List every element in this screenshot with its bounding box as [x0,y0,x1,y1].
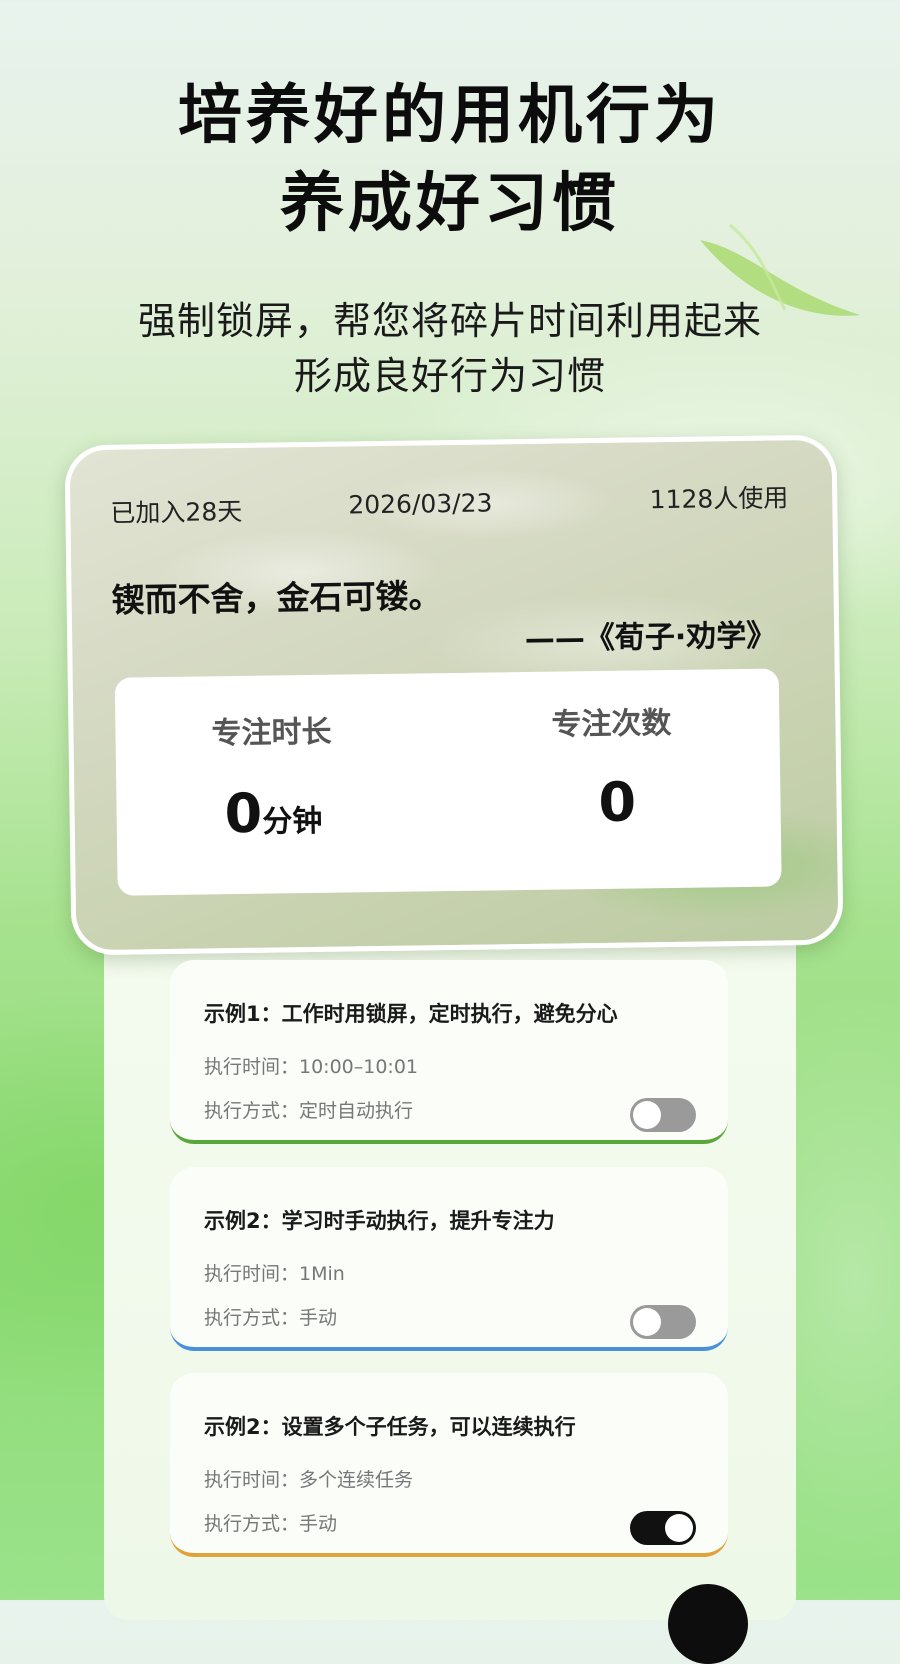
focus-duration-label: 专注时长 [211,714,332,752]
example-mode: 执行方式：手动 [204,1307,338,1329]
example-mode: 执行方式：手动 [204,1513,338,1535]
example-card-2[interactable]: 示例2：学习时手动执行，提升专注力 执行时间：1Min 执行方式：手动 [170,1167,728,1351]
example-time: 执行时间：1Min [204,1263,345,1285]
example-card-3[interactable]: 示例2：设置多个子任务，可以连续执行 执行时间：多个连续任务 执行方式：手动 [170,1373,728,1557]
headline-line-1: 培养好的用机行为 [178,79,722,153]
example-1-toggle[interactable] [630,1098,696,1132]
example-2-toggle[interactable] [630,1305,696,1339]
focus-duration-value: 0分钟 [224,781,323,846]
toggle-knob [665,1514,693,1542]
date-label: 2026/03/23 [348,488,493,520]
user-count: 1128人使用 [649,483,789,515]
focus-duration-unit: 分钟 [262,803,323,840]
example-title: 示例2：设置多个子任务，可以连续执行 [204,1415,576,1439]
example-3-toggle[interactable] [630,1511,696,1545]
toggle-knob [633,1308,661,1336]
example-title: 示例2：学习时手动执行，提升专注力 [204,1209,555,1233]
quote-text: 锲而不舍，金石可镂。 [111,576,442,620]
headline-line-2: 养成好习惯 [280,167,620,241]
quote-card: 已加入28天 2026/03/23 1128人使用 锲而不舍，金石可镂。 ——《… [64,434,844,956]
quote-source: ——《荀子·劝学》 [524,618,777,658]
example-time: 执行时间：10:00–10:01 [204,1056,419,1078]
focus-count-value: 0 [598,770,637,834]
focus-duration-number: 0 [224,781,263,846]
focus-stats: 专注时长 0分钟 专注次数 0 [114,668,782,896]
focus-count-label: 专注次数 [551,705,672,743]
days-joined: 已加入28天 [110,496,243,528]
subtitle-line-2: 形成良好行为习惯 [293,354,606,398]
example-time: 执行时间：多个连续任务 [204,1469,414,1491]
example-card-1[interactable]: 示例1：工作时用锁屏，定时执行，避免分心 执行时间：10:00–10:01 执行… [170,960,728,1144]
floating-action-button[interactable] [668,1584,748,1664]
toggle-knob [633,1101,661,1129]
example-mode: 执行方式：定时自动执行 [204,1100,414,1122]
example-title: 示例1：工作时用锁屏，定时执行，避免分心 [204,1002,618,1026]
subtitle-line-1: 强制锁屏，帮您将碎片时间利用起来 [137,299,762,343]
